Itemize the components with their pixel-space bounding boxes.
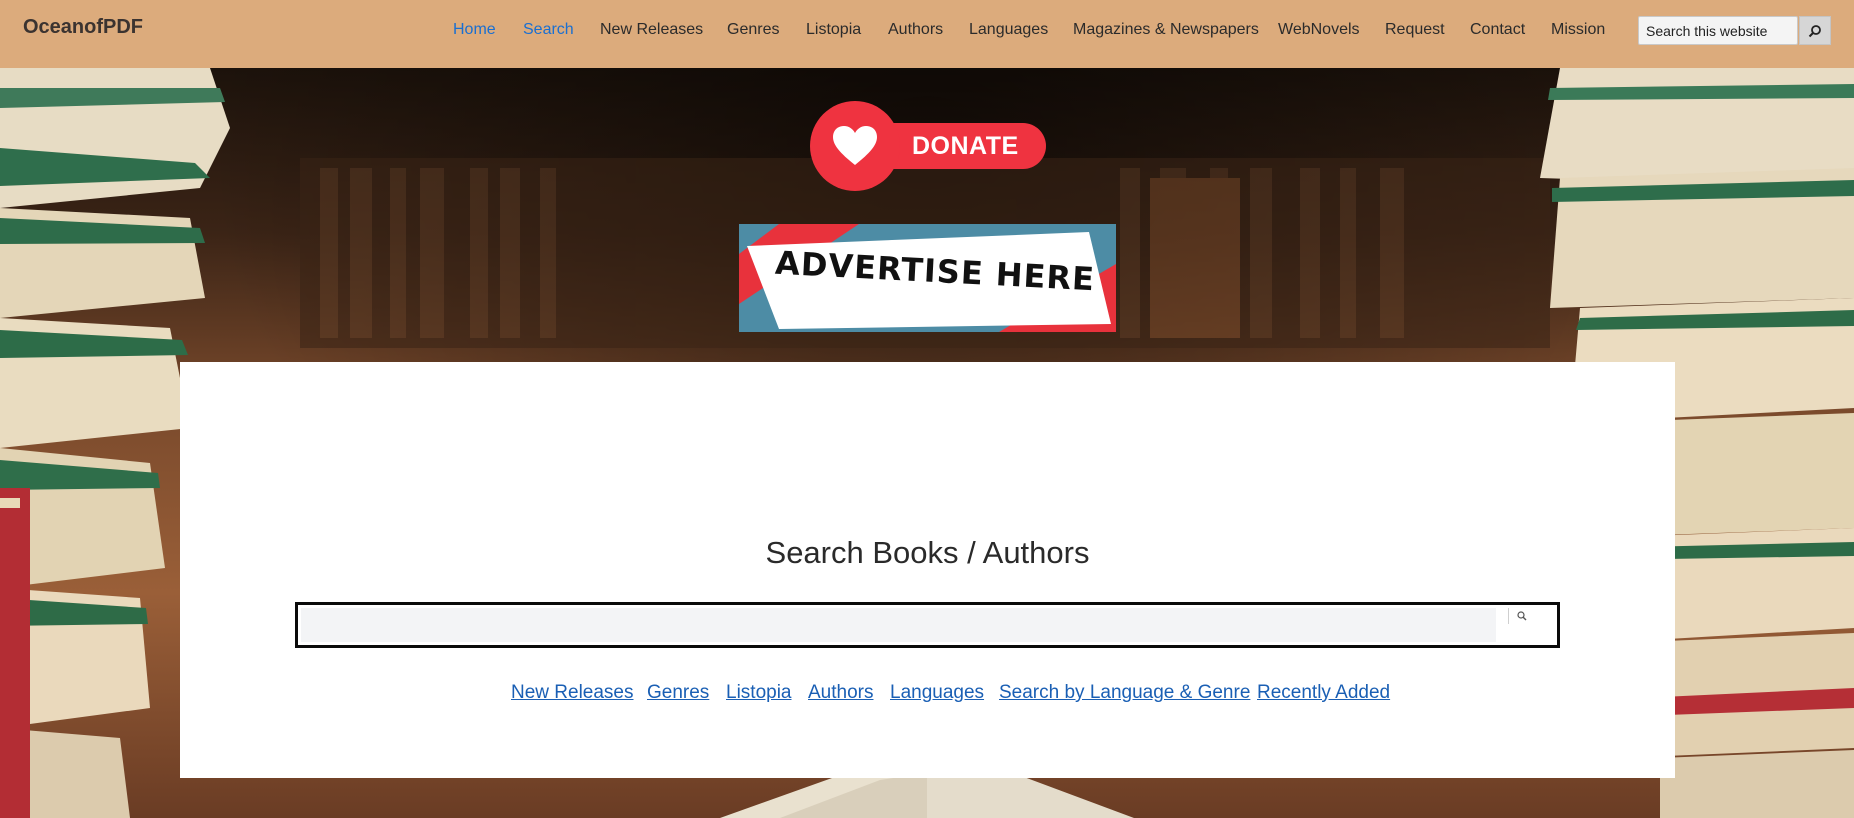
search-panel: Search Books / Authors New Releases Genr…	[180, 362, 1675, 778]
search-icon	[1808, 24, 1821, 37]
main-search-box	[295, 602, 1560, 648]
donate-button[interactable]: DONATE	[810, 101, 1046, 191]
quick-link-languages[interactable]: Languages	[890, 682, 984, 704]
nav-languages[interactable]: Languages	[969, 21, 1048, 39]
nav-mission[interactable]: Mission	[1551, 21, 1605, 39]
nav-listopia[interactable]: Listopia	[806, 21, 861, 39]
nav-new-releases[interactable]: New Releases	[600, 21, 703, 39]
page-title: Search Books / Authors	[765, 535, 1090, 570]
donate-label: DONATE	[912, 132, 1019, 160]
advertise-banner[interactable]: ADVERTISE HERE	[739, 224, 1116, 332]
nav-authors[interactable]: Authors	[888, 21, 943, 39]
site-logo[interactable]: OceanofPDF	[23, 16, 143, 39]
main-search-input[interactable]	[301, 608, 1496, 642]
nav-webnovels[interactable]: WebNovels	[1278, 21, 1360, 39]
quick-link-listopia[interactable]: Listopia	[726, 682, 792, 704]
nav-contact[interactable]: Contact	[1470, 21, 1525, 39]
nav-request[interactable]: Request	[1385, 21, 1445, 39]
quick-link-recently-added[interactable]: Recently Added	[1257, 682, 1390, 704]
quick-link-language-genre[interactable]: Search by Language & Genre	[999, 682, 1250, 704]
search-icon	[1517, 611, 1527, 621]
header-search-button[interactable]	[1799, 16, 1831, 45]
nav-magazines-newspapers[interactable]: Magazines & Newspapers	[1073, 21, 1259, 39]
site-header: OceanofPDF Home Search New Releases Genr…	[0, 0, 1854, 68]
heart-icon	[833, 126, 877, 165]
main-search-button[interactable]	[1508, 608, 1535, 624]
header-search-input[interactable]	[1638, 16, 1798, 45]
quick-link-authors[interactable]: Authors	[808, 682, 873, 704]
donate-heart-circle	[810, 101, 900, 191]
nav-home[interactable]: Home	[453, 21, 496, 39]
nav-search[interactable]: Search	[523, 21, 574, 39]
quick-link-genres[interactable]: Genres	[647, 682, 709, 704]
quick-link-new-releases[interactable]: New Releases	[511, 682, 634, 704]
nav-genres[interactable]: Genres	[727, 21, 779, 39]
